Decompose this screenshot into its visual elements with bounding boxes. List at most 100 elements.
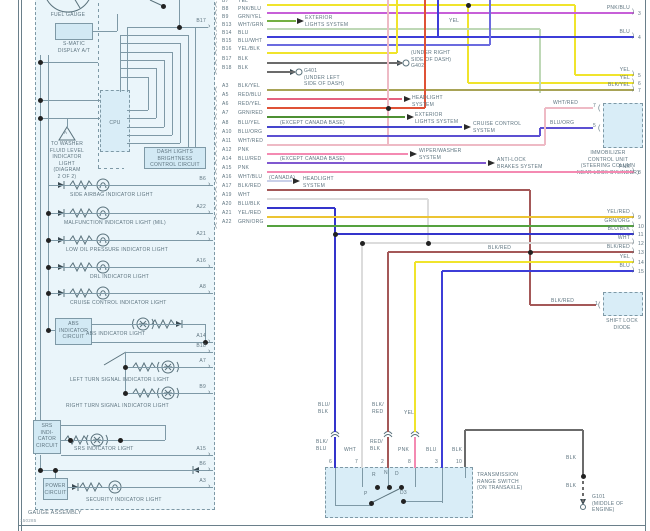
connector-bracket-icon: ( <box>215 177 218 184</box>
connector-wire-color: GRN/ORG <box>238 219 264 225</box>
junction-dot <box>45 265 51 270</box>
smatic-display-box <box>55 23 93 40</box>
connector-pin-id: A6 <box>222 101 229 107</box>
wire-label: 7 <box>355 459 359 465</box>
right-pin-color: YEL/RED <box>606 209 630 215</box>
wire-label: SECURITY INDICATOR LIGHT <box>86 497 162 503</box>
wire-bluwht <box>267 44 490 46</box>
wire-label: YEL <box>449 18 460 24</box>
left-pin-arrow-icon: › <box>208 181 211 188</box>
connector-bracket-icon: ( <box>215 213 218 220</box>
connector-wire-color: BLU/RED <box>238 156 262 162</box>
connector-pin-id: A12 <box>222 147 232 153</box>
right-pin-number: 10 <box>638 224 645 230</box>
left-pin-id: A15 <box>196 446 206 452</box>
wire-label: SRS INDICATOR LIGHT <box>74 446 134 452</box>
connector-pin-id: A5 <box>222 92 229 98</box>
right-pin-bracket-icon: ) <box>632 248 635 254</box>
wire-line <box>120 35 121 92</box>
wire-line <box>127 110 148 111</box>
wire-label: EXTERIOR LIGHTS SYSTEM <box>305 15 349 28</box>
left-pin-id: A22 <box>196 204 206 210</box>
system-arrow-icon <box>293 177 300 184</box>
connector-wire-color: BLK/RED <box>238 183 262 189</box>
wire-label: YEL <box>404 410 415 416</box>
left-pin-id: B6 <box>199 176 206 182</box>
wire-line <box>98 168 124 169</box>
wire-whtred <box>544 108 546 145</box>
junction-dot <box>527 250 533 255</box>
wire-label: WIPER/WASHER SYSTEM <box>419 148 462 161</box>
wiring-diagram: CPU DASH LIGHTS BRIGHTNESS CONTROL CIRCU… <box>0 0 650 531</box>
left-pin-id: B6 <box>199 461 206 467</box>
dash-lights-label: DASH LIGHTS BRIGHTNESS CONTROL CIRCUIT <box>150 149 200 168</box>
wire-label: N <box>384 470 388 476</box>
connector-pin-id: A14 <box>222 156 232 162</box>
junction-dot <box>67 438 73 443</box>
wire-line <box>335 505 371 506</box>
connector-wire-color: BLU/WHT <box>238 38 263 44</box>
connector-bracket-icon: ( <box>215 86 218 93</box>
right-pin-bracket-icon: ) <box>632 239 635 245</box>
wire-label: BLK/ BLU <box>316 439 328 452</box>
wire-line <box>125 367 213 368</box>
wire-grnred <box>267 116 405 118</box>
junction-dot <box>465 3 471 8</box>
transmission-range-switch-box <box>325 467 473 518</box>
junction-dot <box>385 106 391 111</box>
shift-lock-diode-label: SHIFT LOCK DIODE <box>606 318 638 331</box>
junction-dot <box>37 60 43 65</box>
system-arrow-icon <box>488 159 495 166</box>
wire-label: HEADLIGHT SYSTEM <box>412 95 443 108</box>
wire-line <box>40 55 41 420</box>
junction-dot <box>37 98 43 103</box>
right-pin-bracket-icon: ) <box>632 71 635 77</box>
wire-label: BLK <box>566 483 577 489</box>
wire-line <box>172 52 173 135</box>
junction-dot <box>45 238 51 243</box>
wire-line <box>98 0 99 168</box>
junction-dot <box>52 468 58 473</box>
junction-dot <box>122 391 128 396</box>
left-pin-arrow-icon: › <box>208 363 211 370</box>
right-pin-color: BLU <box>619 263 630 269</box>
wire-line <box>48 240 213 241</box>
wire-label: BLK <box>566 455 577 461</box>
left-pin-arrow-icon: › <box>208 236 211 243</box>
connector-bracket-icon: ( <box>215 186 218 193</box>
wire-label: SIDE AIRBAG INDICATOR LIGHT <box>70 192 153 198</box>
left-pin-arrow-icon: › <box>208 263 211 270</box>
connector-bracket-icon: ( <box>215 141 218 148</box>
junction-dot <box>368 501 374 506</box>
right-pin-number: 8 <box>638 170 642 176</box>
connector-pin-id: A20 <box>222 201 232 207</box>
wire-line <box>40 62 98 63</box>
wire-label: (EXCEPT CANADA BASE) <box>280 120 345 126</box>
wire-line <box>148 77 149 110</box>
connector-bracket-icon: ( <box>215 204 218 211</box>
connector-wire-color: PNK <box>238 147 250 153</box>
connector-bracket-icon: ( <box>215 150 218 157</box>
connector-pin-id: B7 <box>222 0 229 4</box>
right-pin-bracket-icon: ) <box>632 230 635 236</box>
right-pin-bracket-icon: ) <box>632 213 635 219</box>
wire-label: EXTERIOR LIGHTS SYSTEM <box>415 112 459 125</box>
wire-redyel <box>267 107 425 109</box>
wire-line <box>120 35 188 36</box>
wire-line <box>442 467 443 478</box>
wire-label: ( <box>598 302 601 309</box>
wire-line <box>127 27 128 92</box>
connector-wire-color: WHT/RED <box>238 138 264 144</box>
connector-bracket-icon: ( <box>215 104 218 111</box>
connector-pin-id: B9 <box>222 14 229 20</box>
wire-label: 6 <box>329 459 333 465</box>
wire-label: 7 <box>593 103 597 109</box>
right-pin-color: PNK <box>618 164 630 170</box>
wire-label: DRL INDICATOR LIGHT <box>90 274 150 280</box>
wire-line <box>127 135 172 136</box>
wire-label: CRUISE CONTROL INDICATOR LIGHT <box>70 300 167 306</box>
fuel-gauge-label: FUEL GAUGE <box>50 12 86 18</box>
connector-pin-id: A16 <box>222 174 232 180</box>
diagram-number: 150285 <box>20 518 37 523</box>
wire-label: (EXCEPT CANADA BASE) <box>280 156 345 162</box>
